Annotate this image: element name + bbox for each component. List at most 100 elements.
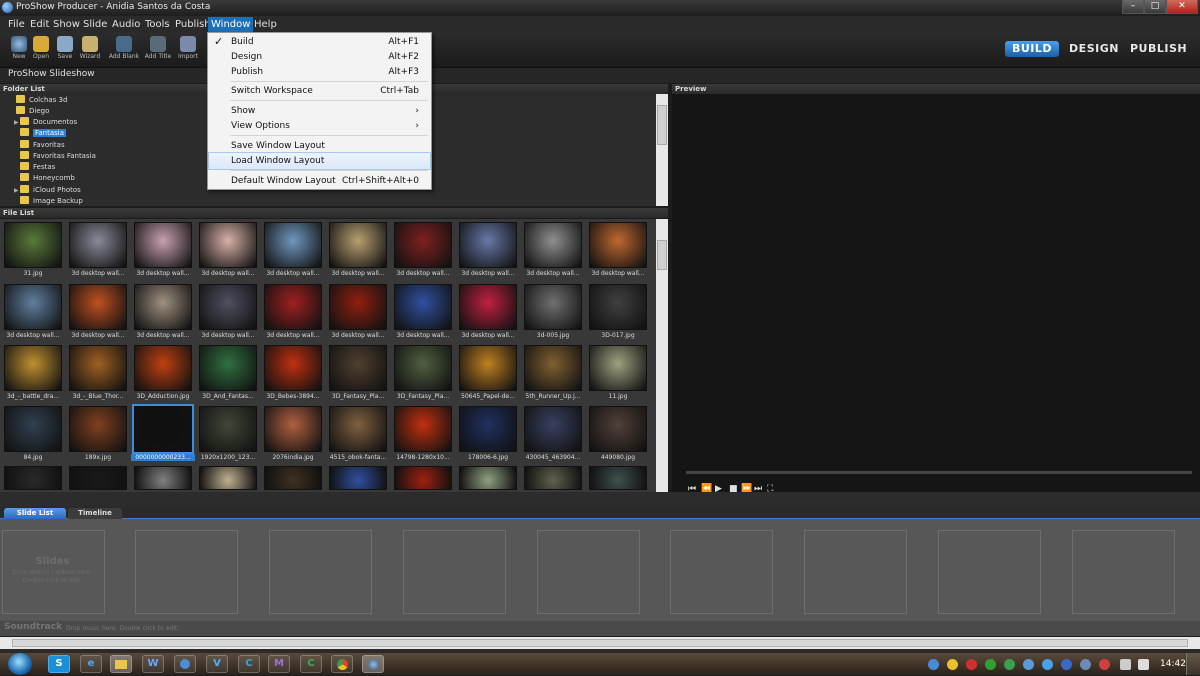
tray-icon[interactable] xyxy=(947,659,958,670)
slide-slot[interactable] xyxy=(135,530,238,614)
thumbnail-image[interactable] xyxy=(134,345,192,391)
folder-item[interactable]: Colchas 3d xyxy=(16,95,67,106)
thumbnail-image[interactable] xyxy=(329,222,387,268)
thumbnail-image[interactable] xyxy=(134,222,192,268)
menu-slide[interactable]: Slide xyxy=(80,17,110,33)
splitter-bar[interactable] xyxy=(0,492,1200,506)
folder-item-selected[interactable]: Fantasia xyxy=(20,128,67,139)
add-blank-button[interactable]: Add Blank xyxy=(108,34,140,66)
thumbnail-image[interactable] xyxy=(524,406,582,452)
tray-icon[interactable] xyxy=(1023,659,1034,670)
expand-arrow-icon[interactable]: ▶ xyxy=(14,119,19,126)
folder-item[interactable]: iCloud Photos xyxy=(20,185,81,196)
thumbnail-image[interactable] xyxy=(329,406,387,452)
thumbnail-image[interactable] xyxy=(524,466,582,490)
taskbar-chrome-icon[interactable] xyxy=(331,655,353,673)
thumbnail-image[interactable] xyxy=(264,284,322,330)
tab-timeline[interactable]: Timeline xyxy=(68,508,122,519)
thumbnail-image[interactable] xyxy=(199,284,257,330)
window-menu-default-layout[interactable]: Default Window Layout Ctrl+Shift+Alt+0 xyxy=(208,172,431,190)
menu-edit[interactable]: Edit xyxy=(27,17,52,33)
thumbnail-image[interactable] xyxy=(524,222,582,268)
slide-slot[interactable] xyxy=(1072,530,1175,614)
thumbnail-image[interactable] xyxy=(264,406,322,452)
thumbnail-image[interactable] xyxy=(589,345,647,391)
taskbar-word-icon[interactable]: W xyxy=(142,655,164,673)
thumbnail-image[interactable] xyxy=(459,284,517,330)
mode-publish-button[interactable]: PUBLISH xyxy=(1130,41,1187,57)
tray-icon[interactable] xyxy=(928,659,939,670)
thumbnail-image[interactable] xyxy=(524,345,582,391)
thumbnail-image[interactable] xyxy=(69,466,127,490)
window-menu-switch-workspace[interactable]: Switch Workspace Ctrl+Tab xyxy=(208,82,431,100)
network-icon[interactable] xyxy=(1120,659,1131,670)
expand-arrow-icon[interactable]: ▶ xyxy=(14,187,19,194)
preview-seek-bar[interactable] xyxy=(686,471,1192,474)
tray-icon[interactable] xyxy=(1080,659,1091,670)
menu-help[interactable]: Help xyxy=(251,17,280,33)
folder-item[interactable]: Documentos xyxy=(20,117,77,128)
thumbnail-image[interactable] xyxy=(264,466,322,490)
volume-icon[interactable] xyxy=(1138,659,1149,670)
window-menu-load-layout[interactable]: Load Window Layout xyxy=(208,152,431,170)
tab-slide-list[interactable]: Slide List xyxy=(4,508,66,519)
taskbar-app-icon[interactable] xyxy=(174,655,196,673)
slide-slot[interactable] xyxy=(403,530,506,614)
import-button[interactable]: Import xyxy=(174,34,202,66)
soundtrack-bar[interactable] xyxy=(0,621,1200,636)
thumbnail-image[interactable] xyxy=(394,284,452,330)
thumbnail-image[interactable] xyxy=(329,466,387,490)
thumbnail-image[interactable] xyxy=(4,406,62,452)
thumbnail-image[interactable] xyxy=(134,466,192,490)
add-title-button[interactable]: Add Title xyxy=(143,34,173,66)
thumbnail-image[interactable] xyxy=(459,222,517,268)
maximize-button[interactable]: □ xyxy=(1144,0,1166,14)
thumbnail-image[interactable] xyxy=(4,345,62,391)
taskbar-ie-icon[interactable]: e xyxy=(80,655,102,673)
thumbnail-image[interactable] xyxy=(459,345,517,391)
taskbar-v-icon[interactable]: V xyxy=(206,655,228,673)
slide-scrollbar-thumb[interactable] xyxy=(12,639,1188,647)
folder-item[interactable]: Favoritas xyxy=(20,140,65,151)
thumbnail-image[interactable] xyxy=(69,406,127,452)
thumbnail-image[interactable] xyxy=(329,345,387,391)
start-button[interactable] xyxy=(8,653,32,675)
thumbnail-image[interactable] xyxy=(264,222,322,268)
tray-icon[interactable] xyxy=(1042,659,1053,670)
menu-audio[interactable]: Audio xyxy=(109,17,143,33)
folder-item[interactable]: Diego xyxy=(16,106,49,117)
thumbnail-image[interactable] xyxy=(199,406,257,452)
save-button[interactable]: Save xyxy=(51,34,79,66)
menu-window[interactable]: Window xyxy=(208,17,254,33)
window-menu-publish[interactable]: Publish Alt+F3 xyxy=(208,63,431,81)
wizard-button[interactable]: Wizard xyxy=(76,34,104,66)
thumbnail-image[interactable] xyxy=(329,284,387,330)
thumbnail-image[interactable] xyxy=(394,222,452,268)
folder-item[interactable]: Festas xyxy=(20,162,55,173)
slide-slot[interactable] xyxy=(537,530,640,614)
tray-icon[interactable] xyxy=(985,659,996,670)
thumbnail-image[interactable] xyxy=(589,222,647,268)
tray-icon[interactable] xyxy=(1061,659,1072,670)
thumbnail-image[interactable] xyxy=(134,284,192,330)
mode-design-button[interactable]: DESIGN xyxy=(1068,41,1120,57)
tray-icon[interactable] xyxy=(1099,659,1110,670)
app-icon[interactable] xyxy=(2,2,13,13)
slide-slot[interactable] xyxy=(804,530,907,614)
taskbar-explorer-icon[interactable] xyxy=(110,655,132,673)
tray-icon[interactable] xyxy=(1004,659,1015,670)
folder-item[interactable]: Image Backup xyxy=(20,196,83,207)
taskbar-cam-icon[interactable]: C xyxy=(300,655,322,673)
thumbnail-image[interactable] xyxy=(199,222,257,268)
thumbnail-image[interactable] xyxy=(69,222,127,268)
file-scrollbar-thumb[interactable] xyxy=(657,240,667,270)
thumbnail-image[interactable] xyxy=(199,466,257,490)
thumbnail-image[interactable] xyxy=(459,466,517,490)
taskbar-c-icon[interactable]: C xyxy=(238,655,260,673)
slide-slot[interactable] xyxy=(269,530,372,614)
menu-tools[interactable]: Tools xyxy=(142,17,173,33)
slide-slot[interactable] xyxy=(938,530,1041,614)
menu-show[interactable]: Show xyxy=(50,17,83,33)
thumbnail-image[interactable] xyxy=(4,222,62,268)
folder-scrollbar-thumb[interactable] xyxy=(657,105,667,145)
